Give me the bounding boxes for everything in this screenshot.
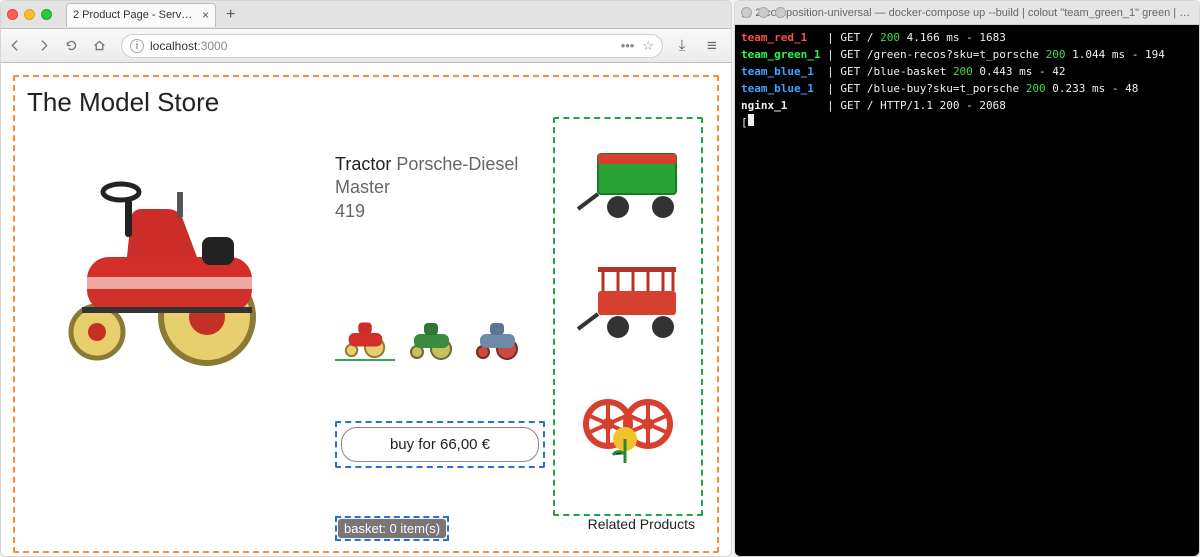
zoom-icon[interactable] <box>41 9 52 20</box>
team-red-fragment: The Model Store basket: 0 item(s) Relate… <box>13 75 719 553</box>
minimize-icon[interactable] <box>24 9 35 20</box>
product-name: Tractor Porsche-Diesel Master 419 <box>335 153 545 223</box>
tab-title: 2 Product Page - Server Side R <box>73 9 196 21</box>
close-tab-icon[interactable]: × <box>202 8 209 22</box>
page-body: The Model Store basket: 0 item(s) Relate… <box>1 63 731 556</box>
terminal-line: team_red_1 | GET / 200 4.166 ms - 1683 <box>741 29 1193 46</box>
terminal-titlebar: ▧ 2-composition-universal — docker-compo… <box>735 1 1199 25</box>
terminal-cursor-line: [ <box>741 114 1193 131</box>
url-host: localhost <box>150 39 197 53</box>
terminal-window: ▧ 2-composition-universal — docker-compo… <box>734 0 1200 557</box>
terminal-line: team_green_1 | GET /green-recos?sku=t_po… <box>741 46 1193 63</box>
related-product-1[interactable] <box>573 139 683 229</box>
info-icon[interactable]: i <box>130 39 144 53</box>
window-controls <box>7 9 52 20</box>
related-products-title: Related Products <box>588 516 703 532</box>
more-icon[interactable]: ••• <box>621 38 635 53</box>
terminal-line: nginx_1 | GET / HTTP/1.1 200 - 2068 <box>741 97 1193 114</box>
thumbnail-1[interactable] <box>335 309 395 361</box>
browser-window: 2 Product Page - Server Side R × + i loc… <box>0 0 732 557</box>
zoom-icon[interactable] <box>775 7 786 18</box>
store-title: The Model Store <box>27 87 327 127</box>
related-product-3[interactable] <box>573 379 683 469</box>
product-thumbnails <box>335 309 545 361</box>
back-button[interactable] <box>9 39 29 52</box>
terminal-line: team_blue_1 | GET /blue-buy?sku=t_porsch… <box>741 80 1193 97</box>
buy-button[interactable]: buy for 66,00 € <box>341 427 539 462</box>
terminal-body[interactable]: team_red_1 | GET / 200 4.166 ms - 1683te… <box>735 25 1199 556</box>
url-path: :3000 <box>197 39 227 53</box>
product-image-main <box>27 157 307 367</box>
bookmark-icon[interactable]: ☆ <box>642 38 654 54</box>
browser-toolbar: i localhost :3000 ••• ☆ ⤓ ≡ <box>1 29 731 63</box>
thumbnail-2[interactable] <box>401 309 461 361</box>
window-controls <box>741 7 786 18</box>
team-blue-basket-fragment: basket: 0 item(s) <box>335 516 449 541</box>
browser-tab-bar: 2 Product Page - Server Side R × + <box>1 1 731 29</box>
minimize-icon[interactable] <box>758 7 769 18</box>
product-label: Tractor <box>335 154 391 174</box>
close-icon[interactable] <box>741 7 752 18</box>
related-product-2[interactable] <box>573 259 683 349</box>
reload-button[interactable] <box>65 39 85 52</box>
forward-button[interactable] <box>37 39 57 52</box>
close-icon[interactable] <box>7 9 18 20</box>
url-bar[interactable]: i localhost :3000 ••• ☆ <box>121 34 663 58</box>
browser-tab[interactable]: 2 Product Page - Server Side R × <box>66 3 216 27</box>
terminal-line: team_blue_1 | GET /blue-basket 200 0.443… <box>741 63 1193 80</box>
urlbar-actions: ••• ☆ <box>621 38 654 54</box>
download-icon[interactable]: ⤓ <box>671 37 693 54</box>
new-tab-button[interactable]: + <box>222 6 239 24</box>
library-icon[interactable]: ≡ <box>701 36 723 56</box>
team-green-recos-fragment <box>553 117 703 516</box>
team-blue-buy-fragment: buy for 66,00 € <box>335 421 545 468</box>
thumbnail-3[interactable] <box>467 309 527 361</box>
home-button[interactable] <box>93 39 113 52</box>
basket-button[interactable]: basket: 0 item(s) <box>338 519 446 538</box>
product-model: 419 <box>335 201 365 221</box>
terminal-title: 2-composition-universal — docker-compose… <box>755 7 1193 19</box>
